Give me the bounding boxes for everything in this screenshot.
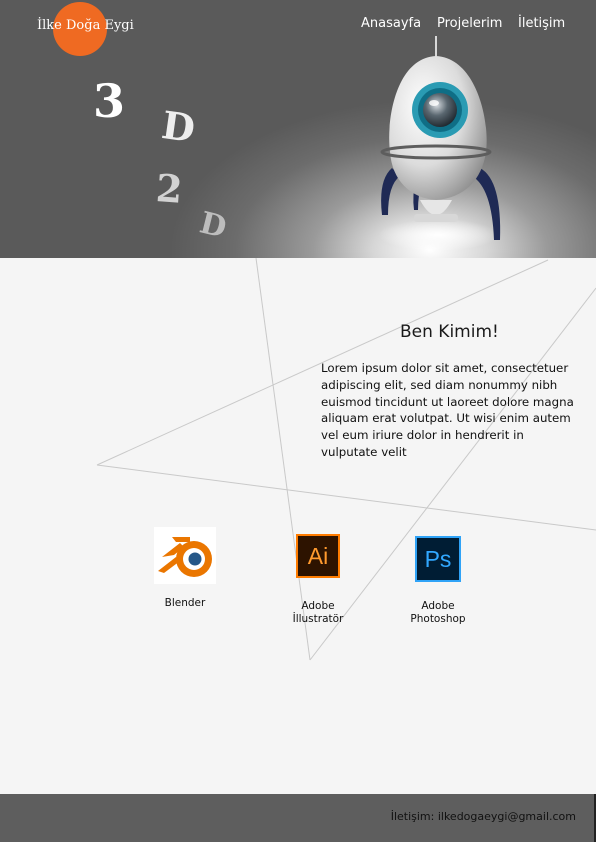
about-text: Lorem ipsum dolor sit amet, consectetuer…: [321, 361, 574, 459]
blender-icon: [154, 527, 216, 584]
hero-decor-d: D: [159, 101, 198, 152]
footer: İletişim: ilkedogaeygi@gmail.com: [0, 794, 596, 842]
about-title: Ben Kimim!: [400, 322, 499, 342]
tool-label-photoshop: Adobe Photoshop: [410, 600, 466, 625]
tool-label-illustrator: Adobe İllustratör: [292, 600, 344, 625]
hero-header: İlke Doğa Eygi Anasayfa Projelerim İleti…: [0, 0, 596, 258]
hero-decor-3: 3: [93, 74, 126, 128]
tool-illustrator[interactable]: Ai Adobe İllustratör: [278, 534, 358, 626]
footer-contact[interactable]: İletişim: ilkedogaeygi@gmail.com: [391, 810, 576, 823]
hero-decor-2: 2: [154, 165, 184, 212]
nav-projects[interactable]: Projelerim: [437, 16, 502, 31]
adobe-illustrator-icon: Ai: [296, 534, 340, 578]
nav-home[interactable]: Anasayfa: [361, 16, 421, 31]
tool-label-blender: Blender: [164, 597, 206, 609]
nav-contact[interactable]: İletişim: [518, 16, 565, 31]
hero-decor-d-small: D: [196, 205, 230, 246]
tool-blender[interactable]: Blender: [145, 527, 225, 610]
adobe-photoshop-icon: Ps: [415, 536, 461, 582]
tool-photoshop[interactable]: Ps Adobe Photoshop: [398, 536, 478, 626]
rocket-illustration: [378, 36, 501, 251]
site-logo-text[interactable]: İlke Doğa Eygi: [37, 18, 134, 33]
